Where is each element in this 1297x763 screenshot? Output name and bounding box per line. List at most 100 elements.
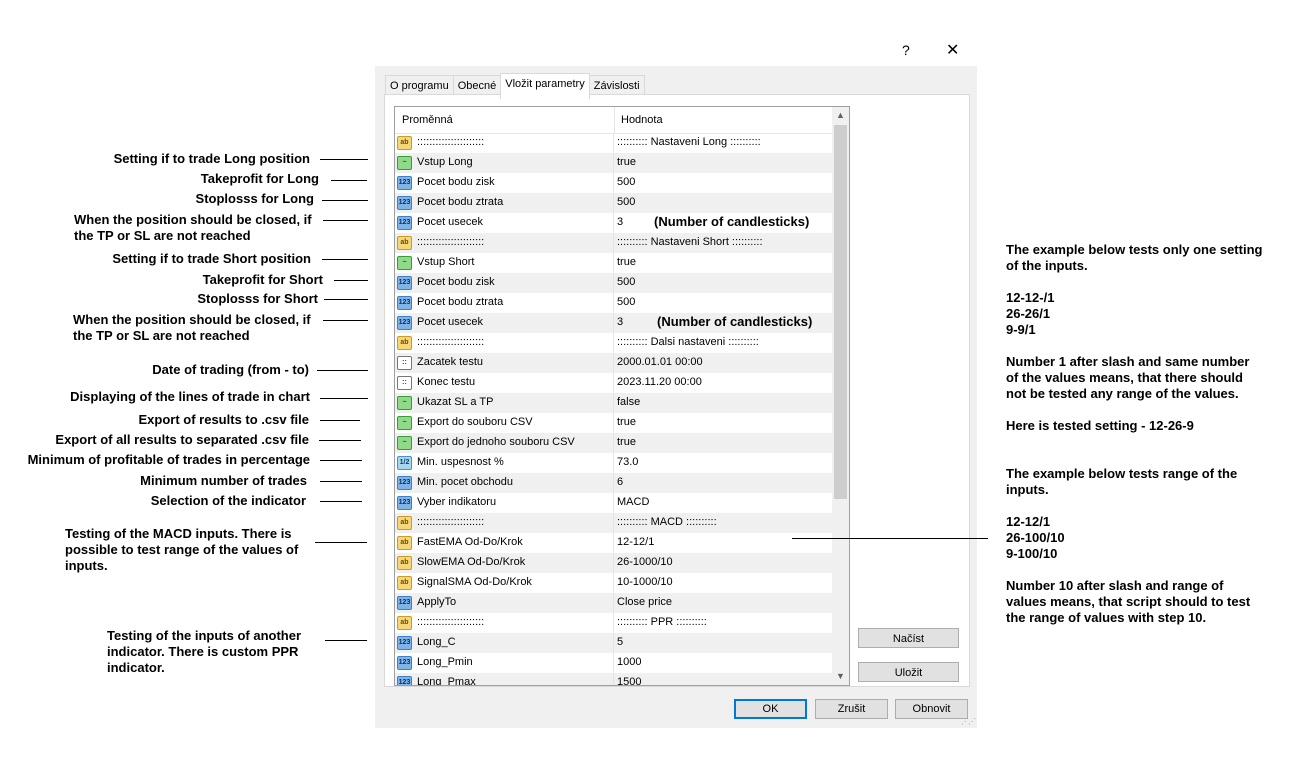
table-row[interactable]: ab:::::::::::::::::::::::::::::::: Nasta… xyxy=(395,133,832,153)
table-row[interactable]: ab SlowEMA Od-Do/Krok 26-1000/10 xyxy=(395,553,832,573)
column-header-variable[interactable]: Proměnná xyxy=(395,107,615,133)
table-row[interactable]: 123 Pocet bodu zisk 500 xyxy=(395,173,832,193)
variable-name: SignalSMA Od-Do/Krok xyxy=(417,576,532,588)
variable-name: Pocet bodu zisk xyxy=(417,276,495,288)
table-row[interactable]: 123 Pocet bodu ztrata 500 xyxy=(395,193,832,213)
table-row[interactable]: 123 Long_C 5 xyxy=(395,633,832,653)
value-cell[interactable]: 500 xyxy=(617,276,635,288)
table-row[interactable]: ~ Vstup Long true xyxy=(395,153,832,173)
table-row[interactable]: ab:::::::::::::::::::::::::::::::: MACD … xyxy=(395,513,832,533)
table-row[interactable]: ab:::::::::::::::::::::::::::::::: Dalsi… xyxy=(395,333,832,353)
table-row[interactable]: 123 Pocet bodu zisk 500 xyxy=(395,273,832,293)
table-row[interactable]: 123 ApplyTo Close price xyxy=(395,593,832,613)
table-row[interactable]: 123 Pocet bodu ztrata 500 xyxy=(395,293,832,313)
value-cell[interactable]: Close price xyxy=(617,596,672,608)
table-row[interactable]: 123 Long_Pmin 1000 xyxy=(395,653,832,673)
variable-cell: 123 Vyber indikatoru xyxy=(395,493,614,513)
table-row[interactable]: ~ Export do souboru CSV true xyxy=(395,413,832,433)
table-row[interactable]: :: Konec testu 2023.11.20 00:00 xyxy=(395,373,832,393)
table-row[interactable]: ab:::::::::::::::::::::::::::::::: Nasta… xyxy=(395,233,832,253)
scroll-thumb[interactable] xyxy=(834,125,847,499)
table-row[interactable]: ab SignalSMA Od-Do/Krok 10-1000/10 xyxy=(395,573,832,593)
scroll-up-icon[interactable]: ▲ xyxy=(832,107,849,124)
table-row[interactable]: ~ Vstup Short true xyxy=(395,253,832,273)
example1-intro: The example below tests only one setting… xyxy=(1006,242,1263,273)
properties-dialog: O programu Obecné Vložit parametry Závis… xyxy=(375,66,977,728)
value-cell[interactable]: false xyxy=(617,396,640,408)
column-header-value[interactable]: Hodnota xyxy=(614,107,663,133)
bool-type-icon: ~ xyxy=(397,156,412,170)
variable-name: :::::::::::::::::::::: xyxy=(417,616,485,628)
annotation-line xyxy=(323,320,368,321)
table-row[interactable]: 123 Min. pocet obchodu 6 xyxy=(395,473,832,493)
help-button[interactable]: ? xyxy=(902,42,910,58)
table-row[interactable]: 123 Long_Pmax 1500 xyxy=(395,673,832,685)
ab-type-icon: ab xyxy=(397,616,412,630)
value-cell[interactable]: 1500 xyxy=(617,676,641,685)
table-row[interactable]: ~ Export do jednoho souboru CSV true xyxy=(395,433,832,453)
annotation-line xyxy=(320,398,368,399)
table-row[interactable]: ~ Ukazat SL a TP false xyxy=(395,393,832,413)
table-row[interactable]: 123 Vyber indikatoru MACD xyxy=(395,493,832,513)
scroll-down-icon[interactable]: ▼ xyxy=(832,668,849,685)
table-row[interactable]: 123 Pocet usecek 3 (Number of candlesticks) xyxy=(395,313,832,333)
value-cell[interactable]: MACD xyxy=(617,496,649,508)
value-cell[interactable]: 26-1000/10 xyxy=(617,556,673,568)
value-cell[interactable]: 73.0 xyxy=(617,456,638,468)
reset-button[interactable]: Obnovit xyxy=(895,699,968,719)
value-cell[interactable]: :::::::::: MACD :::::::::: xyxy=(617,516,717,528)
value-cell[interactable]: 2000.01.01 00:00 xyxy=(617,356,703,368)
close-icon[interactable]: ✕ xyxy=(946,40,959,60)
annotation-date-range: Date of trading (from - to) xyxy=(152,362,309,377)
value-cell[interactable]: 1000 xyxy=(617,656,641,668)
variable-name: Vstup Short xyxy=(417,256,475,268)
table-row[interactable]: 1/2 Min. uspesnost % 73.0 xyxy=(395,453,832,473)
value-cell[interactable]: :::::::::: Nastaveni Short :::::::::: xyxy=(617,236,763,248)
table-row[interactable]: ab:::::::::::::::::::::::::::::::: PPR :… xyxy=(395,613,832,633)
load-button[interactable]: Načíst xyxy=(858,628,959,648)
variable-cell: ~ Export do jednoho souboru CSV xyxy=(395,433,614,453)
ab-type-icon: ab xyxy=(397,576,412,590)
annotation-line xyxy=(325,640,367,641)
ab-type-icon: ab xyxy=(397,236,412,250)
table-row[interactable]: ab FastEMA Od-Do/Krok 12-12/1 xyxy=(395,533,832,553)
example2-description: Number 10 after slash and range of value… xyxy=(1006,578,1251,625)
value-cell[interactable]: 5 xyxy=(617,636,623,648)
variable-name: :::::::::::::::::::::: xyxy=(417,336,485,348)
value-cell[interactable]: 500 xyxy=(617,296,635,308)
grid-scrollbar[interactable]: ▲ ▼ xyxy=(832,107,849,685)
value-cell[interactable]: 500 xyxy=(617,176,635,188)
value-cell[interactable]: true xyxy=(617,436,636,448)
annotation-indicator: Selection of the indicator xyxy=(150,493,306,508)
value-cell[interactable]: :::::::::: Dalsi nastaveni :::::::::: xyxy=(617,336,759,348)
ok-button[interactable]: OK xyxy=(734,699,807,719)
annotation-line xyxy=(320,501,362,502)
value-cell[interactable]: 3 xyxy=(617,316,623,328)
value-cell[interactable]: true xyxy=(617,256,636,268)
variable-cell: 1/2 Min. uspesnost % xyxy=(395,453,614,473)
annotation-line xyxy=(322,200,368,201)
variable-cell: ~ Ukazat SL a TP xyxy=(395,393,614,413)
value-cell[interactable]: 500 xyxy=(617,196,635,208)
value-cell[interactable]: :::::::::: PPR :::::::::: xyxy=(617,616,707,628)
variable-cell: 123 Pocet bodu zisk xyxy=(395,173,614,193)
save-button[interactable]: Uložit xyxy=(858,662,959,682)
tab-inputs[interactable]: Vložit parametry xyxy=(500,73,590,99)
variable-name: Vyber indikatoru xyxy=(417,496,497,508)
value-cell[interactable]: :::::::::: Nastaveni Long :::::::::: xyxy=(617,136,761,148)
variable-name: Export do jednoho souboru CSV xyxy=(417,436,575,448)
value-cell[interactable]: 2023.11.20 00:00 xyxy=(617,376,702,388)
value-cell[interactable]: 6 xyxy=(617,476,623,488)
tab-strip: O programu Obecné Vložit parametry Závis… xyxy=(385,73,645,99)
annotation-short-candles: When the position should be closed, if t… xyxy=(73,312,311,343)
cancel-button[interactable]: Zrušit xyxy=(815,699,888,719)
value-cell[interactable]: 3 xyxy=(617,216,623,228)
value-cell[interactable]: true xyxy=(617,416,636,428)
value-cell[interactable]: true xyxy=(617,156,636,168)
value-cell[interactable]: 12-12/1 xyxy=(617,536,654,548)
resize-grip-icon[interactable]: ⋰⋰ xyxy=(961,717,976,726)
table-row[interactable]: 123 Pocet usecek 3 (Number of candlesticks) xyxy=(395,213,832,233)
table-row[interactable]: :: Zacatek testu 2000.01.01 00:00 xyxy=(395,353,832,373)
annotation-line xyxy=(324,299,368,300)
value-cell[interactable]: 10-1000/10 xyxy=(617,576,673,588)
